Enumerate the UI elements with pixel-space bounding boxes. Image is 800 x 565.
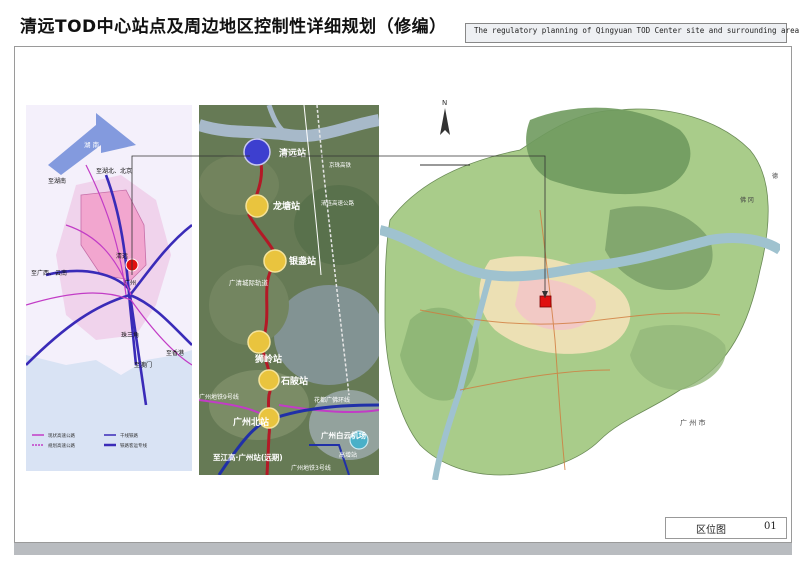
leader-lines (131, 155, 548, 298)
bottom-strip (14, 543, 792, 555)
figure-caption: 区位图 (696, 525, 726, 536)
figure-caption-box: 区位图 01 (665, 517, 787, 539)
page-number: 01 (764, 521, 777, 532)
